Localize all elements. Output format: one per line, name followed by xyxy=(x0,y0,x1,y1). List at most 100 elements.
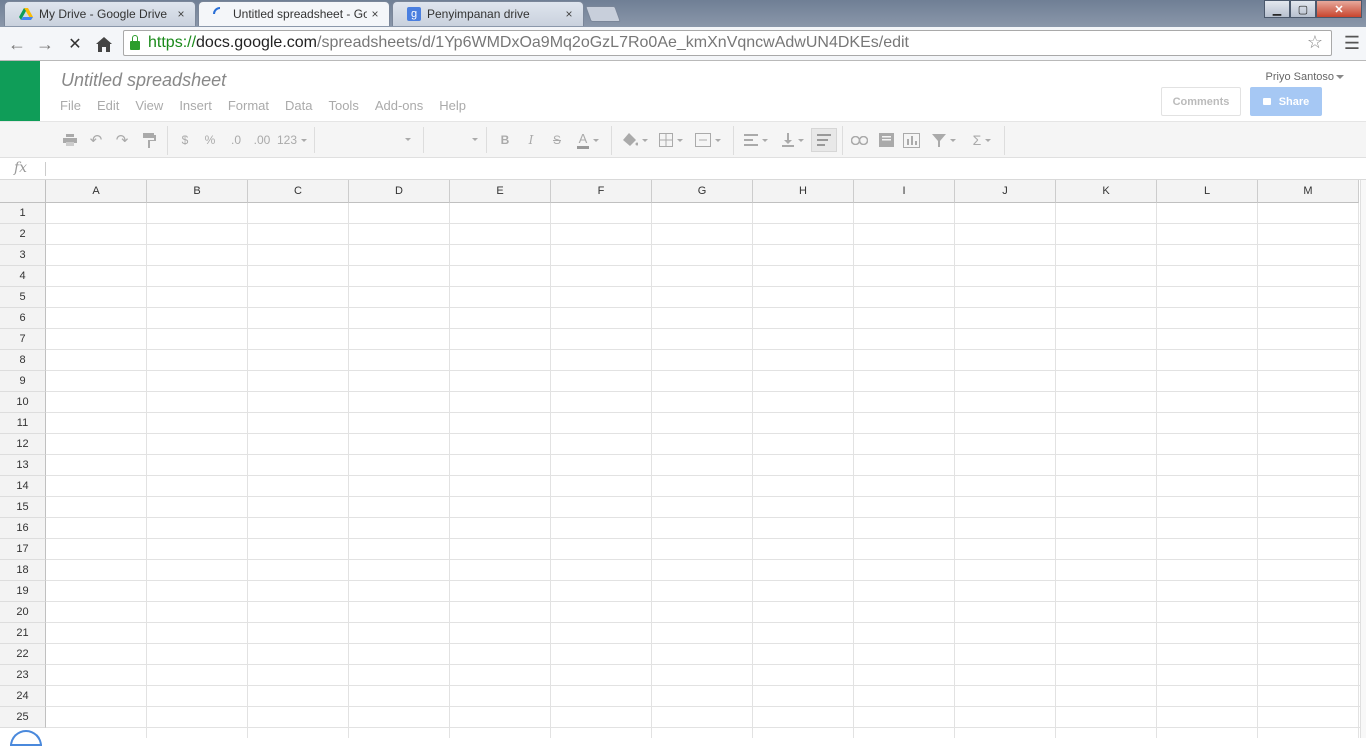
column-header-j[interactable]: J xyxy=(955,180,1056,203)
row-header-8[interactable]: 8 xyxy=(0,350,46,371)
undo-icon[interactable]: ↶ xyxy=(88,130,104,150)
text-wrap-button[interactable] xyxy=(811,128,837,152)
insert-link-icon[interactable] xyxy=(850,130,868,150)
menu-data[interactable]: Data xyxy=(285,98,312,113)
bookmark-star-icon[interactable]: ☆ xyxy=(1307,32,1323,53)
column-header-a[interactable]: A xyxy=(46,180,147,203)
row-header-21[interactable]: 21 xyxy=(0,623,46,644)
row-header-24[interactable]: 24 xyxy=(0,686,46,707)
italic-button[interactable]: I xyxy=(523,130,539,150)
row-header-13[interactable]: 13 xyxy=(0,455,46,476)
row-header-14[interactable]: 14 xyxy=(0,476,46,497)
chrome-menu-icon[interactable]: ☰ xyxy=(1344,33,1360,54)
address-bar[interactable]: https://docs.google.com/spreadsheets/d/1… xyxy=(123,30,1332,56)
column-header-g[interactable]: G xyxy=(652,180,753,203)
row-header-7[interactable]: 7 xyxy=(0,329,46,350)
column-header-i[interactable]: I xyxy=(854,180,955,203)
close-window-button[interactable]: ✕ xyxy=(1316,0,1362,18)
print-icon[interactable] xyxy=(62,130,78,150)
column-header-e[interactable]: E xyxy=(450,180,551,203)
row-header-20[interactable]: 20 xyxy=(0,602,46,623)
menu-addons[interactable]: Add-ons xyxy=(375,98,423,113)
row-header-23[interactable]: 23 xyxy=(0,665,46,686)
column-header-f[interactable]: F xyxy=(551,180,652,203)
text-color-button[interactable]: A xyxy=(572,130,604,150)
row-header-18[interactable]: 18 xyxy=(0,560,46,581)
minimize-button[interactable]: ▁ xyxy=(1264,0,1290,18)
insert-chart-icon[interactable] xyxy=(902,130,920,150)
row-header-2[interactable]: 2 xyxy=(0,224,46,245)
row-header-1[interactable]: 1 xyxy=(0,203,46,224)
row-header-5[interactable]: 5 xyxy=(0,287,46,308)
row-header-15[interactable]: 15 xyxy=(0,497,46,518)
menu-format[interactable]: Format xyxy=(228,98,269,113)
close-tab-icon[interactable]: × xyxy=(367,7,383,21)
row-header-4[interactable]: 4 xyxy=(0,266,46,287)
row-header-12[interactable]: 12 xyxy=(0,434,46,455)
cell-area[interactable] xyxy=(46,203,1366,738)
row-header-16[interactable]: 16 xyxy=(0,518,46,539)
forward-arrow-icon[interactable]: → xyxy=(34,33,56,55)
select-all-corner[interactable] xyxy=(0,180,46,203)
column-header-d[interactable]: D xyxy=(349,180,450,203)
formula-input[interactable] xyxy=(45,162,46,176)
menu-edit[interactable]: Edit xyxy=(97,98,119,113)
row-header-9[interactable]: 9 xyxy=(0,371,46,392)
number-format-dropdown[interactable]: 123 xyxy=(277,130,308,150)
filter-button[interactable] xyxy=(928,130,960,150)
vertical-align-button[interactable] xyxy=(778,130,808,150)
row-header-19[interactable]: 19 xyxy=(0,581,46,602)
tab-penyimpanan-drive[interactable]: g Penyimpanan drive × xyxy=(392,1,584,26)
sheets-logo[interactable] xyxy=(0,61,40,121)
row-header-10[interactable]: 10 xyxy=(0,392,46,413)
menu-file[interactable]: File xyxy=(60,98,81,113)
document-title[interactable]: Untitled spreadsheet xyxy=(61,70,226,91)
new-tab-button[interactable] xyxy=(585,6,621,22)
currency-format-button[interactable]: $ xyxy=(178,130,192,150)
maximize-button[interactable]: ▢ xyxy=(1290,0,1316,18)
redo-icon[interactable]: ↷ xyxy=(114,130,130,150)
paint-format-icon[interactable] xyxy=(141,130,157,150)
menu-tools[interactable]: Tools xyxy=(328,98,358,113)
comments-button[interactable]: Comments xyxy=(1161,87,1241,116)
row-header-17[interactable]: 17 xyxy=(0,539,46,560)
column-header-h[interactable]: H xyxy=(753,180,854,203)
merge-cells-button[interactable] xyxy=(692,130,724,150)
row-header-11[interactable]: 11 xyxy=(0,413,46,434)
bold-button[interactable]: B xyxy=(497,130,513,150)
stop-loading-icon[interactable]: ✕ xyxy=(64,33,86,55)
account-name[interactable]: Priyo Santoso xyxy=(1266,71,1334,83)
functions-button[interactable]: Σ xyxy=(966,130,998,150)
row-header-6[interactable]: 6 xyxy=(0,308,46,329)
close-tab-icon[interactable]: × xyxy=(173,7,189,21)
vertical-scrollbar[interactable] xyxy=(1360,180,1366,738)
home-icon[interactable] xyxy=(93,33,115,55)
column-header-k[interactable]: K xyxy=(1056,180,1157,203)
column-header-b[interactable]: B xyxy=(147,180,248,203)
font-family-dropdown[interactable] xyxy=(314,127,424,153)
fill-color-button[interactable] xyxy=(620,130,650,150)
increase-decimal-button[interactable]: .00 xyxy=(252,130,272,150)
decrease-decimal-button[interactable]: .0 xyxy=(228,130,244,150)
chevron-down-icon[interactable] xyxy=(1336,75,1344,79)
column-header-m[interactable]: M xyxy=(1258,180,1359,203)
menu-insert[interactable]: Insert xyxy=(179,98,212,113)
row-header-3[interactable]: 3 xyxy=(0,245,46,266)
close-tab-icon[interactable]: × xyxy=(561,7,577,21)
row-header-22[interactable]: 22 xyxy=(0,644,46,665)
tab-untitled-spreadsheet[interactable]: Untitled spreadsheet - Goo × xyxy=(198,1,390,26)
formula-bar[interactable]: fx xyxy=(0,158,1366,180)
horizontal-align-button[interactable] xyxy=(741,130,771,150)
tab-my-drive[interactable]: My Drive - Google Drive × xyxy=(4,1,196,26)
share-button[interactable]: Share xyxy=(1250,87,1322,116)
row-header-25[interactable]: 25 xyxy=(0,707,46,728)
menu-view[interactable]: View xyxy=(135,98,163,113)
back-arrow-icon[interactable]: ← xyxy=(6,33,28,55)
column-header-c[interactable]: C xyxy=(248,180,349,203)
menu-help[interactable]: Help xyxy=(439,98,466,113)
column-header-l[interactable]: L xyxy=(1157,180,1258,203)
strikethrough-button[interactable]: S xyxy=(549,130,565,150)
percent-format-button[interactable]: % xyxy=(203,130,217,150)
insert-comment-icon[interactable] xyxy=(877,130,895,150)
font-size-dropdown[interactable] xyxy=(424,127,487,153)
